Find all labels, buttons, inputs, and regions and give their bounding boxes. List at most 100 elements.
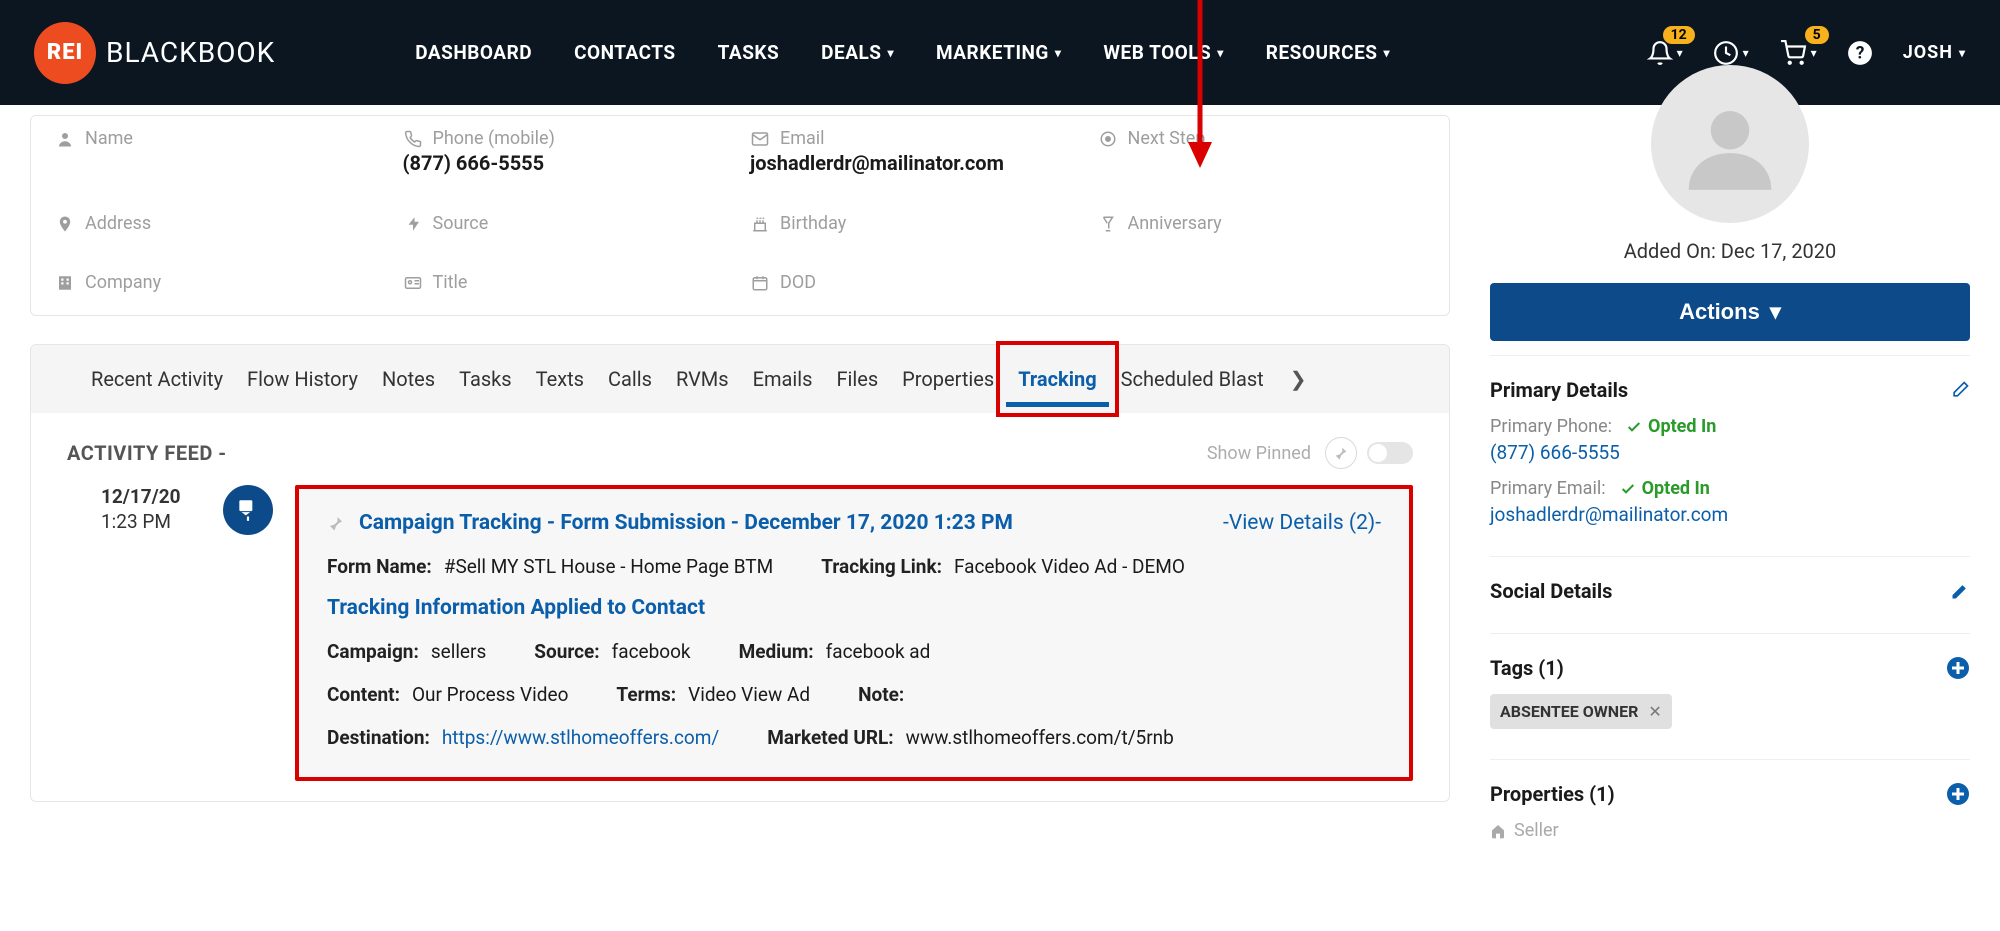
- primary-email-value[interactable]: joshadlerdr@mailinator.com: [1490, 503, 1970, 526]
- contact-sidebar: Added On: Dec 17, 2020 Actions▾ Primary …: [1490, 115, 1970, 857]
- add-property-button[interactable]: [1946, 782, 1970, 806]
- campaign-label: Campaign:: [327, 640, 419, 663]
- svg-text:?: ?: [1855, 43, 1864, 63]
- id-card-icon: [403, 273, 423, 293]
- properties-section: Properties (1) Seller: [1490, 759, 1970, 857]
- actions-button[interactable]: Actions▾: [1490, 283, 1970, 341]
- nav-deals[interactable]: DEALS ▾: [821, 41, 894, 64]
- tab-files[interactable]: Files: [824, 345, 890, 413]
- campaign-value: sellers: [431, 640, 486, 663]
- feed-header: ACTIVITY FEED - Show Pinned: [31, 413, 1449, 479]
- email-icon: [750, 129, 770, 149]
- view-details-link[interactable]: -View Details (2)-: [1223, 511, 1381, 535]
- nav-marketing[interactable]: MARKETING ▾: [936, 41, 1061, 64]
- source-value: facebook: [612, 640, 691, 663]
- glass-icon: [1098, 214, 1118, 234]
- avatar[interactable]: [1651, 65, 1809, 223]
- chevron-down-icon: ▾: [1811, 46, 1817, 60]
- nav-resources[interactable]: RESOURCES ▾: [1266, 41, 1390, 64]
- cart-button[interactable]: ▾ 5: [1779, 40, 1817, 66]
- edit-icon[interactable]: [1950, 380, 1970, 400]
- chevron-down-icon: ▾: [1959, 46, 1966, 60]
- contact-summary-panel: Name Phone (mobile) (877) 666-5555 Email…: [30, 115, 1450, 316]
- field-name[interactable]: Name: [55, 128, 383, 175]
- tab-properties[interactable]: Properties: [890, 345, 1006, 413]
- help-icon: ?: [1847, 40, 1873, 66]
- tab-tasks[interactable]: Tasks: [447, 345, 524, 413]
- tracking-link-value: Facebook Video Ad - DEMO: [954, 555, 1185, 578]
- terms-label: Terms:: [616, 683, 676, 706]
- notifications-badge: 12: [1663, 26, 1695, 44]
- tab-notes[interactable]: Notes: [370, 345, 447, 413]
- add-tag-button[interactable]: [1946, 656, 1970, 680]
- field-anniversary[interactable]: Anniversary: [1098, 213, 1426, 234]
- source-icon: [403, 214, 423, 234]
- nav-dashboard[interactable]: DASHBOARD: [415, 41, 532, 64]
- field-email[interactable]: Email joshadlerdr@mailinator.com: [750, 128, 1078, 175]
- primary-phone-value[interactable]: (877) 666-5555: [1490, 441, 1970, 464]
- tags-heading: Tags (1): [1490, 656, 1564, 680]
- feed-date: 12/17/20 1:23 PM: [101, 485, 201, 533]
- form-submission-icon: [223, 485, 273, 535]
- nav-tasks[interactable]: TASKS: [718, 41, 780, 64]
- tab-flow-history[interactable]: Flow History: [235, 345, 370, 413]
- feed-card-headline: Campaign Tracking - Form Submission - De…: [359, 511, 1013, 535]
- tabs-bar: Recent Activity Flow History Notes Tasks…: [31, 345, 1449, 413]
- opted-in-badge: Opted In: [1626, 416, 1716, 437]
- tab-recent-activity[interactable]: Recent Activity: [79, 345, 235, 413]
- tab-tracking[interactable]: Tracking: [1006, 345, 1108, 413]
- content-value: Our Process Video: [412, 683, 568, 706]
- content-label: Content:: [327, 683, 400, 706]
- field-address[interactable]: Address: [55, 213, 383, 234]
- destination-link[interactable]: https://www.stlhomeoffers.com/: [442, 726, 719, 749]
- user-menu[interactable]: JOSH ▾: [1903, 42, 1966, 63]
- source-label: Source:: [534, 640, 599, 663]
- chevron-down-icon: ▾: [887, 46, 894, 60]
- tab-calls[interactable]: Calls: [596, 345, 664, 413]
- nav-contacts[interactable]: CONTACTS: [574, 41, 676, 64]
- field-dod[interactable]: DOD: [750, 272, 1078, 293]
- tracking-info-subhead: Tracking Information Applied to Contact: [327, 596, 1381, 620]
- activity-tabs-panel: Recent Activity Flow History Notes Tasks…: [30, 344, 1450, 802]
- opted-in-badge: Opted In: [1620, 478, 1710, 499]
- primary-details-heading: Primary Details: [1490, 378, 1628, 402]
- show-pinned-label: Show Pinned: [1207, 443, 1311, 464]
- medium-label: Medium:: [739, 640, 814, 663]
- remove-tag-icon[interactable]: ✕: [1648, 702, 1661, 721]
- tab-texts[interactable]: Texts: [524, 345, 596, 413]
- notifications-button[interactable]: ▾ 12: [1647, 40, 1683, 66]
- nav-webtools[interactable]: WEB TOOLS ▾: [1103, 41, 1223, 64]
- field-next-step[interactable]: Next Step: [1098, 128, 1426, 175]
- field-company[interactable]: Company: [55, 272, 383, 293]
- pin-icon: [1325, 437, 1357, 469]
- tab-scheduled-blast[interactable]: Scheduled Blast: [1109, 345, 1276, 413]
- cake-icon: [750, 214, 770, 234]
- field-source[interactable]: Source: [403, 213, 731, 234]
- logo-text: BLACKBOOK: [106, 36, 275, 69]
- tab-rvms[interactable]: RVMs: [664, 345, 741, 413]
- primary-email-label: Primary Email:: [1490, 478, 1606, 499]
- chevron-down-icon: ▾: [1055, 46, 1062, 60]
- marketed-url-label: Marketed URL:: [767, 726, 893, 749]
- cart-badge: 5: [1805, 26, 1829, 44]
- field-title[interactable]: Title: [403, 272, 731, 293]
- form-name-label: Form Name:: [327, 555, 432, 578]
- properties-heading: Properties (1): [1490, 782, 1615, 806]
- tab-emails[interactable]: Emails: [741, 345, 825, 413]
- logo[interactable]: REI BLACKBOOK: [34, 22, 275, 84]
- pin-icon[interactable]: [327, 514, 345, 532]
- phone-icon: [403, 129, 423, 149]
- toggle-switch[interactable]: [1367, 442, 1413, 464]
- property-seller[interactable]: Seller: [1490, 820, 1970, 841]
- tabs-scroll-right[interactable]: ❯: [1282, 345, 1315, 413]
- help-button[interactable]: ?: [1847, 40, 1873, 66]
- edit-icon[interactable]: [1950, 581, 1970, 601]
- field-birthday[interactable]: Birthday: [750, 213, 1078, 234]
- history-button[interactable]: ▾: [1713, 40, 1749, 66]
- topnav-right: ▾ 12 ▾ ▾ 5 ? JOSH ▾: [1647, 40, 1966, 66]
- social-details-section: Social Details: [1490, 556, 1970, 619]
- tag-chip[interactable]: ABSENTEE OWNER✕: [1490, 694, 1672, 729]
- nav-links: DASHBOARD CONTACTS TASKS DEALS ▾ MARKETI…: [415, 41, 1390, 64]
- show-pinned-toggle[interactable]: [1325, 437, 1413, 469]
- field-phone[interactable]: Phone (mobile) (877) 666-5555: [403, 128, 731, 175]
